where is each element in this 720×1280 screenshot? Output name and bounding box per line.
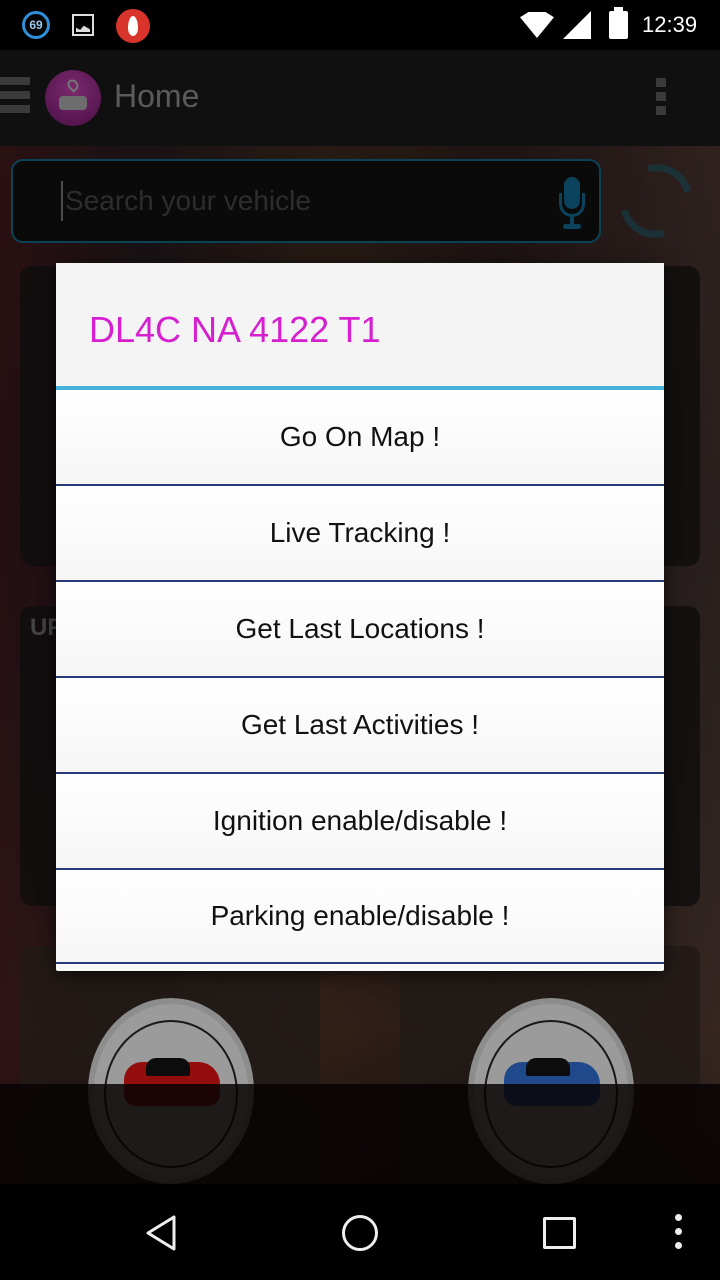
get-last-activities-button[interactable]: Get Last Activities ! bbox=[56, 678, 664, 774]
status-bar: 69 12:39 bbox=[0, 0, 720, 50]
ignition-toggle-button[interactable]: Ignition enable/disable ! bbox=[56, 774, 664, 870]
status-time: 12:39 bbox=[642, 12, 698, 37]
wifi-icon bbox=[520, 12, 554, 38]
dialog-title: DL4C NA 4122 T1 bbox=[89, 309, 381, 350]
location-pin-icon bbox=[65, 77, 81, 93]
battery-icon bbox=[609, 7, 628, 39]
back-icon[interactable] bbox=[144, 1214, 178, 1252]
vehicle-actions-dialog: DL4C NA 4122 T1 Go On Map ! Live Trackin… bbox=[56, 263, 664, 971]
app-bar: Home bbox=[0, 50, 720, 146]
live-tracking-button[interactable]: Live Tracking ! bbox=[56, 486, 664, 582]
home-icon[interactable] bbox=[342, 1215, 378, 1251]
progress-badge-icon: 69 bbox=[22, 11, 50, 39]
recents-icon[interactable] bbox=[543, 1217, 576, 1249]
app-logo-icon[interactable] bbox=[45, 70, 101, 126]
parking-toggle-button[interactable]: Parking enable/disable ! bbox=[56, 870, 664, 964]
menu-icon[interactable] bbox=[675, 1214, 683, 1254]
car-icon bbox=[59, 96, 87, 110]
hamburger-menu-icon[interactable] bbox=[0, 77, 30, 119]
get-last-locations-button[interactable]: Get Last Locations ! bbox=[56, 582, 664, 678]
overflow-menu-icon[interactable] bbox=[656, 78, 670, 120]
navigation-bar bbox=[0, 1184, 720, 1280]
gallery-icon bbox=[72, 14, 94, 36]
dialog-header: DL4C NA 4122 T1 bbox=[56, 263, 664, 390]
page-title: Home bbox=[114, 78, 200, 114]
flame-app-icon bbox=[116, 9, 150, 43]
cell-signal-icon bbox=[563, 11, 591, 39]
go-on-map-button[interactable]: Go On Map ! bbox=[56, 390, 664, 486]
